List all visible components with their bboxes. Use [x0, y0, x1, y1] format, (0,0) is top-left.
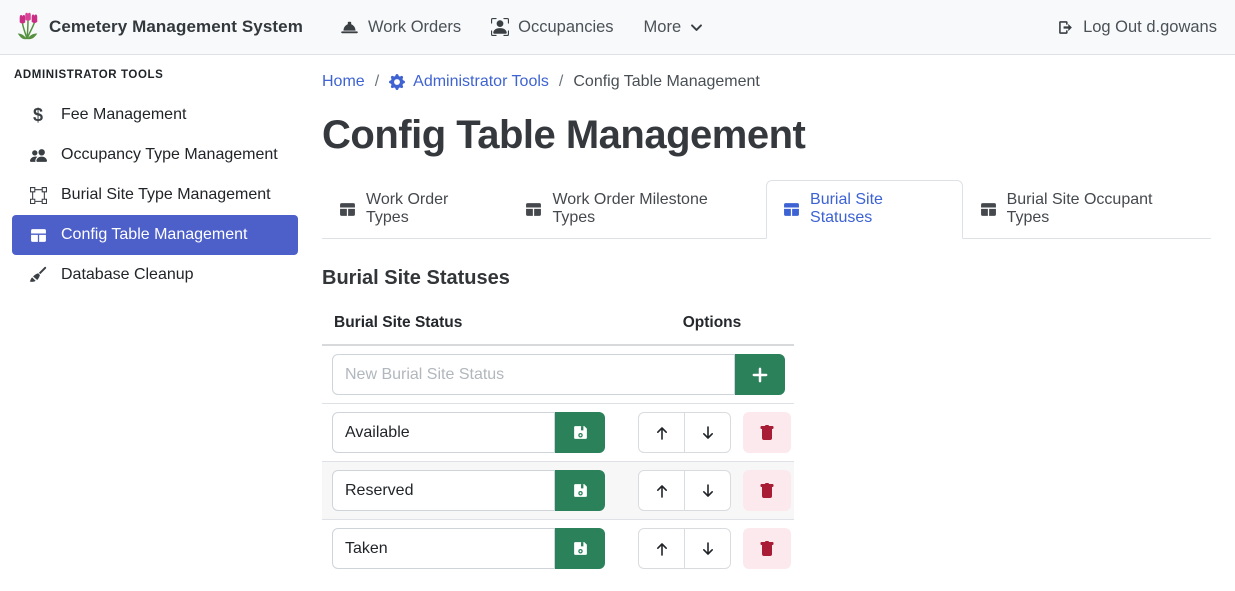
nav-occupancies-label: Occupancies — [518, 18, 613, 37]
table-icon — [339, 201, 356, 218]
nav-work-orders[interactable]: Work Orders — [340, 18, 461, 37]
status-name-input[interactable] — [332, 470, 555, 511]
app-brand[interactable]: Cemetery Management System — [16, 12, 303, 42]
tab-label: Work Order Types — [366, 191, 491, 227]
column-header-burial-site-status: Burial Site Status — [322, 310, 628, 345]
reorder-button-group — [638, 528, 731, 569]
breadcrumb-admin-tools-label: Administrator Tools — [413, 73, 549, 91]
page-title: Config Table Management — [322, 113, 1211, 158]
save-status-button[interactable] — [555, 528, 605, 569]
bounding-box-icon — [28, 187, 48, 204]
sidebar-item-label: Burial Site Type Management — [61, 186, 271, 204]
arrow-up-icon — [654, 541, 670, 557]
config-table-tabs: Work Order Types Work Order Milestone Ty… — [322, 180, 1211, 239]
save-status-button[interactable] — [555, 412, 605, 453]
save-status-button[interactable] — [555, 470, 605, 511]
top-navbar: Cemetery Management System Work Orders O… — [0, 0, 1235, 55]
table-icon — [783, 201, 800, 218]
new-status-input[interactable] — [332, 354, 735, 395]
new-status-row — [322, 345, 794, 404]
delete-status-button[interactable] — [743, 470, 791, 511]
person-frame-icon — [491, 18, 509, 36]
section-heading: Burial Site Statuses — [322, 267, 1211, 290]
hard-hat-icon — [340, 19, 359, 35]
arrow-down-icon — [700, 425, 716, 441]
sidebar-item-label: Fee Management — [61, 106, 186, 124]
breadcrumb-home-link[interactable]: Home — [322, 73, 365, 91]
arrow-up-icon — [654, 483, 670, 499]
sidebar-header: ADMINISTRATOR TOOLS — [12, 65, 298, 95]
delete-status-button[interactable] — [743, 528, 791, 569]
move-down-button[interactable] — [684, 470, 731, 511]
breadcrumb-separator: / — [559, 73, 563, 91]
reorder-button-group — [638, 412, 731, 453]
trash-icon — [759, 541, 775, 557]
sidebar-item-database-cleanup[interactable]: Database Cleanup — [12, 255, 298, 295]
nav-more[interactable]: More — [644, 18, 704, 37]
arrow-down-icon — [700, 483, 716, 499]
sidebar-item-label: Database Cleanup — [61, 266, 194, 284]
logout-link[interactable]: Log Out d.gowans — [1057, 18, 1217, 37]
logout-label: Log Out d.gowans — [1083, 18, 1217, 37]
gear-icon — [389, 74, 405, 90]
breadcrumb: Home / Administrator Tools / Config Tabl… — [322, 67, 1211, 97]
people-icon — [28, 147, 48, 164]
sidebar-item-burial-site-type-management[interactable]: Burial Site Type Management — [12, 175, 298, 215]
tab-label: Burial Site Statuses — [810, 191, 946, 227]
move-down-button[interactable] — [684, 412, 731, 453]
nav-more-label: More — [644, 18, 682, 37]
tulip-logo-icon — [16, 12, 40, 42]
sidebar-item-label: Occupancy Type Management — [61, 146, 278, 164]
reorder-button-group — [638, 470, 731, 511]
save-icon — [572, 540, 589, 557]
tab-burial-site-statuses[interactable]: Burial Site Statuses — [766, 180, 963, 239]
column-header-options: Options — [628, 310, 794, 345]
status-row-available — [322, 404, 794, 462]
tab-label: Burial Site Occupant Types — [1007, 191, 1194, 227]
status-name-input[interactable] — [332, 412, 555, 453]
broom-icon — [28, 266, 48, 284]
breadcrumb-separator: / — [375, 73, 379, 91]
table-icon — [28, 227, 48, 244]
chevron-down-icon — [690, 21, 703, 34]
main-content: Home / Administrator Tools / Config Tabl… — [310, 55, 1235, 591]
save-icon — [572, 424, 589, 441]
move-up-button[interactable] — [638, 528, 685, 569]
trash-icon — [759, 425, 775, 441]
sidebar: ADMINISTRATOR TOOLS $ Fee Management Occ… — [0, 55, 310, 591]
tab-work-order-milestone-types[interactable]: Work Order Milestone Types — [508, 180, 766, 239]
delete-status-button[interactable] — [743, 412, 791, 453]
breadcrumb-admin-tools-link[interactable]: Administrator Tools — [389, 73, 549, 91]
tab-burial-site-occupant-types[interactable]: Burial Site Occupant Types — [963, 180, 1211, 239]
nav-work-orders-label: Work Orders — [368, 18, 461, 37]
status-row-taken — [322, 520, 794, 578]
save-icon — [572, 482, 589, 499]
tab-work-order-types[interactable]: Work Order Types — [322, 180, 508, 239]
trash-icon — [759, 483, 775, 499]
breadcrumb-current: Config Table Management — [573, 73, 760, 91]
move-up-button[interactable] — [638, 412, 685, 453]
move-down-button[interactable] — [684, 528, 731, 569]
status-name-input[interactable] — [332, 528, 555, 569]
sidebar-item-occupancy-type-management[interactable]: Occupancy Type Management — [12, 135, 298, 175]
logout-icon — [1057, 19, 1074, 36]
plus-icon — [751, 366, 769, 384]
table-icon — [525, 201, 542, 218]
arrow-up-icon — [654, 425, 670, 441]
dollar-icon: $ — [28, 106, 48, 124]
status-row-reserved — [322, 462, 794, 520]
arrow-down-icon — [700, 541, 716, 557]
add-status-button[interactable] — [735, 354, 785, 395]
move-up-button[interactable] — [638, 470, 685, 511]
nav-occupancies[interactable]: Occupancies — [491, 18, 613, 37]
table-icon — [980, 201, 997, 218]
sidebar-item-fee-management[interactable]: $ Fee Management — [12, 95, 298, 135]
sidebar-item-config-table-management[interactable]: Config Table Management — [12, 215, 298, 255]
tab-label: Work Order Milestone Types — [552, 191, 749, 227]
burial-site-status-table: Burial Site Status Options — [322, 310, 794, 577]
sidebar-item-label: Config Table Management — [61, 226, 248, 244]
app-title: Cemetery Management System — [49, 17, 303, 37]
